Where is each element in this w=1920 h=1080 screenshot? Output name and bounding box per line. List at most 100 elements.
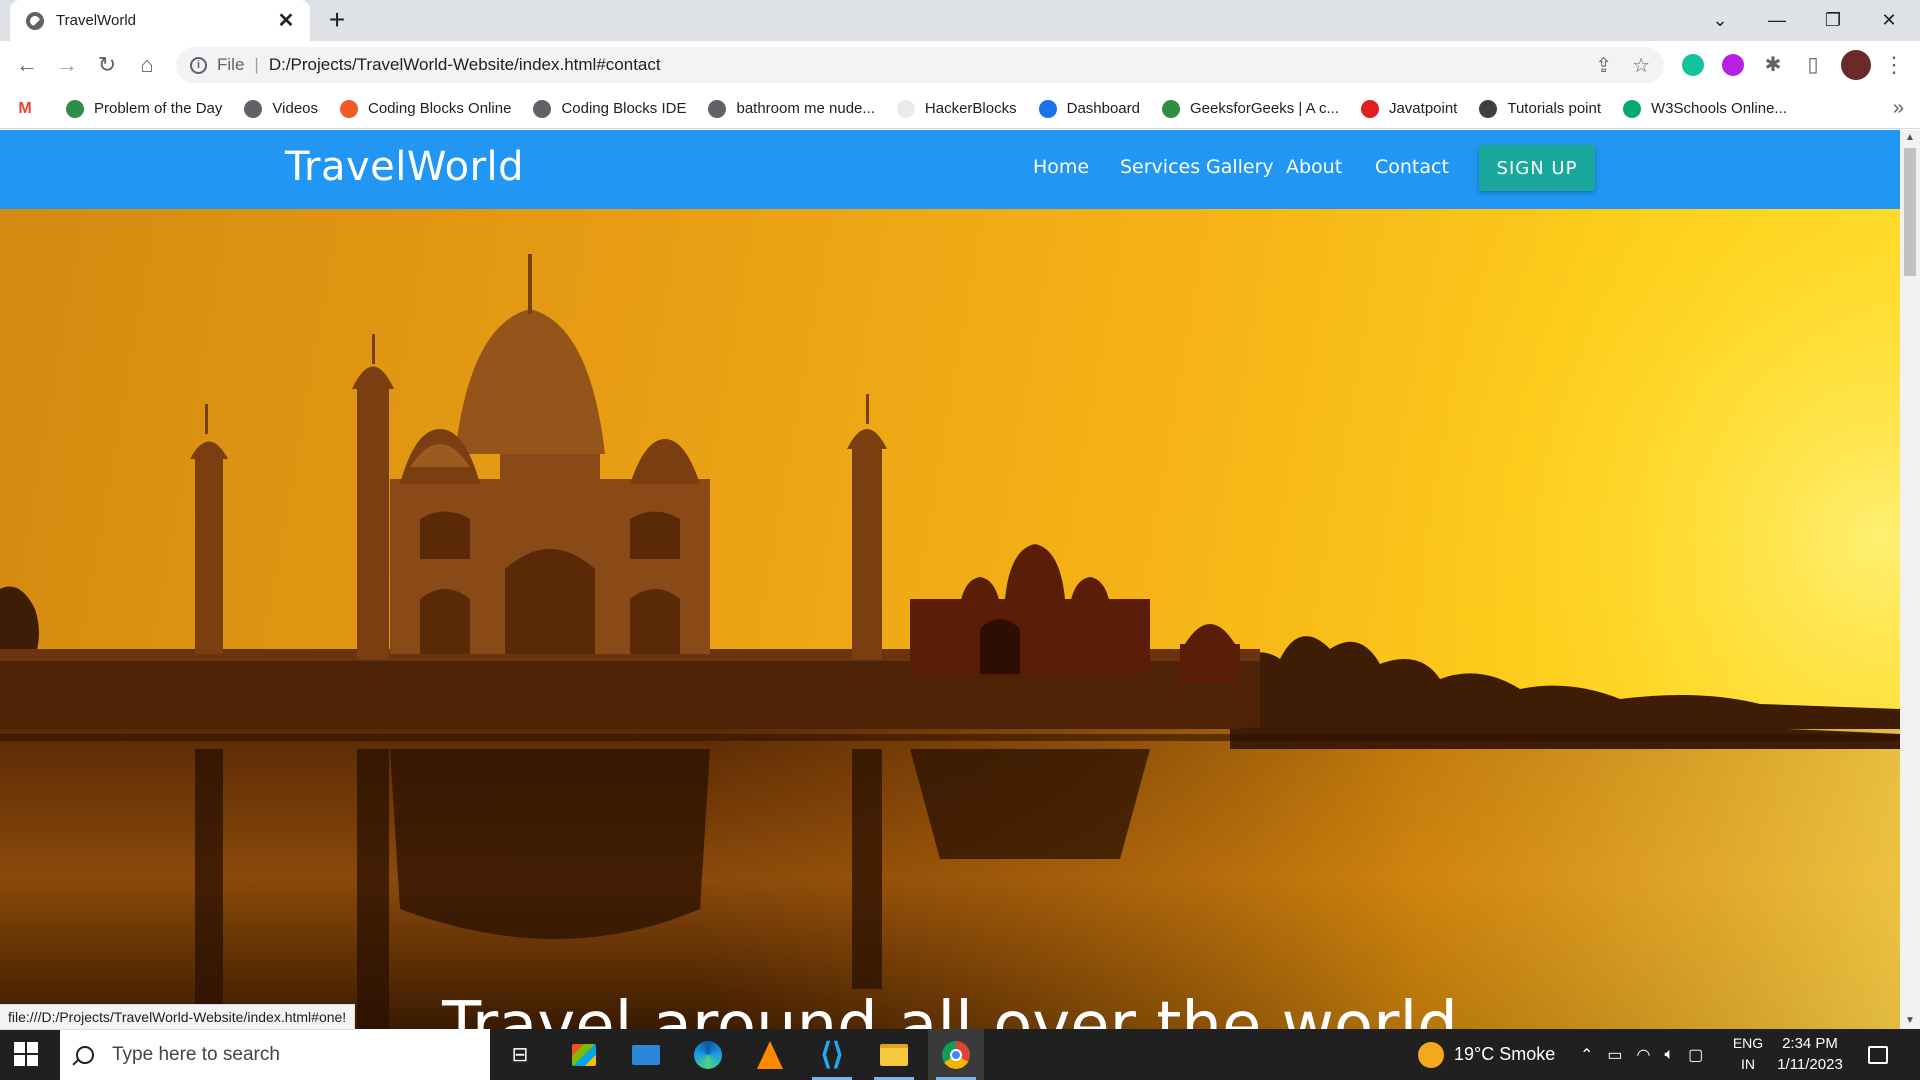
scroll-up-arrow-icon[interactable]: ▲ <box>1900 130 1920 146</box>
search-placeholder: Type here to search <box>112 1043 280 1065</box>
gfg-icon <box>66 99 84 118</box>
bookmark-label: W3Schools Online... <box>1651 100 1787 117</box>
vlc-icon[interactable] <box>742 1029 798 1080</box>
tab-search-chevron-icon[interactable]: ⌄ <box>1705 8 1735 32</box>
globe-icon <box>26 11 44 30</box>
grammarly-extension-icon[interactable] <box>1682 54 1704 76</box>
microsoft-store-icon[interactable] <box>556 1029 612 1080</box>
wifi-icon[interactable]: ◠ <box>1637 1045 1665 1065</box>
task-view-icon[interactable]: ⊟ <box>492 1029 548 1080</box>
home-icon[interactable]: ⌂ <box>131 49 163 81</box>
bookmark-item[interactable]: HackerBlocks <box>896 99 1017 118</box>
bookmark-item[interactable]: Tutorials point <box>1479 99 1601 118</box>
puzzle-extensions-icon[interactable]: ✱ <box>1757 49 1789 81</box>
bookmark-label: Problem of the Day <box>94 100 223 117</box>
region-code: IN <box>1741 1056 1755 1072</box>
bookmark-star-icon[interactable]: ☆ <box>1632 53 1650 78</box>
bookmark-item[interactable]: GeeksforGeeks | A c... <box>1162 99 1339 118</box>
tab-strip: TravelWorld ✕ + ⌄ — ❐ ✕ <box>0 0 1920 41</box>
vscode-icon[interactable]: ⟨⟩ <box>804 1029 860 1080</box>
taskbar-search-box[interactable]: Type here to search <box>60 1029 490 1080</box>
search-icon <box>76 1045 94 1064</box>
nav-contact-link[interactable]: Contact <box>1375 156 1449 178</box>
site-navbar: TravelWorld Home Services Gallery About … <box>0 130 1900 209</box>
bookmark-label: bathroom me nude... <box>736 100 875 117</box>
bookmark-gmail[interactable]: M <box>16 99 44 118</box>
new-tab-button[interactable]: + <box>320 6 354 36</box>
side-panel-icon[interactable]: ▯ <box>1797 49 1829 81</box>
weather-widget[interactable]: 19°C Smoke <box>1418 1029 1555 1080</box>
nav-services-link[interactable]: Services <box>1120 156 1200 178</box>
w3schools-icon <box>1623 99 1642 118</box>
weather-sun-icon <box>1418 1041 1444 1068</box>
bookmark-item[interactable]: Coding Blocks IDE <box>533 99 687 118</box>
info-icon[interactable]: i <box>190 56 207 74</box>
codingblocks-icon <box>340 99 358 118</box>
clock-date: 1/11/2023 <box>1777 1056 1843 1073</box>
system-tray[interactable]: ⌃ ▭ ◠ 🔈︎ ▢ <box>1580 1029 1717 1080</box>
taj-mahal-sunset-image <box>0 209 1900 1029</box>
bookmark-item[interactable]: Dashboard <box>1038 99 1140 118</box>
more-bookmarks-chevron-icon[interactable]: » <box>1893 97 1904 120</box>
bookmark-item[interactable]: Videos <box>244 99 318 118</box>
bookmark-item[interactable]: Coding Blocks Online <box>340 99 512 118</box>
signup-button[interactable]: SIGN UP <box>1479 145 1595 191</box>
close-tab-icon[interactable]: ✕ <box>274 8 298 33</box>
globe-icon <box>244 99 263 118</box>
restore-button[interactable]: ❐ <box>1818 8 1848 32</box>
extension-icon[interactable] <box>1722 54 1744 76</box>
taskbar-clock[interactable]: 2:34 PM 1/11/2023 <box>1770 1033 1850 1075</box>
scroll-down-arrow-icon[interactable]: ▼ <box>1900 1013 1920 1029</box>
hero-section: Travel around all over the world <box>0 209 1900 1029</box>
clock-time: 2:34 PM <box>1782 1035 1838 1052</box>
browser-tab[interactable]: TravelWorld ✕ <box>10 0 310 41</box>
scrollbar-thumb[interactable] <box>1904 148 1916 276</box>
nav-home-link[interactable]: Home <box>1033 156 1089 178</box>
nav-gallery-link[interactable]: Gallery <box>1206 156 1274 178</box>
bookmark-item[interactable]: W3Schools Online... <box>1623 99 1787 118</box>
link-status-bubble: file:///D:/Projects/TravelWorld-Website/… <box>0 1004 356 1030</box>
hackerblocks-icon <box>896 99 915 118</box>
bookmark-item[interactable]: bathroom me nude... <box>708 99 875 118</box>
forward-arrow-icon[interactable]: → <box>51 49 83 81</box>
bookmark-label: Dashboard <box>1066 100 1140 117</box>
back-arrow-icon[interactable]: ← <box>11 49 43 81</box>
bookmark-label: Videos <box>272 100 318 117</box>
bookmark-item[interactable]: Javatpoint <box>1360 99 1458 118</box>
bookmark-label: Coding Blocks IDE <box>561 100 687 117</box>
edge-browser-icon[interactable] <box>680 1029 736 1080</box>
menu-kebab-icon[interactable]: ⋮ <box>1878 49 1910 81</box>
profile-avatar[interactable] <box>1841 50 1871 80</box>
url-text[interactable]: D:/Projects/TravelWorld-Website/index.ht… <box>269 55 1575 75</box>
bookmark-label: Javatpoint <box>1388 100 1458 117</box>
dashboard-icon <box>1038 99 1057 118</box>
bookmark-label: Coding Blocks Online <box>368 100 512 117</box>
reload-icon[interactable]: ↻ <box>91 49 123 81</box>
file-explorer-icon[interactable] <box>866 1029 922 1080</box>
page-scrollbar[interactable]: ▲ ▼ <box>1900 130 1920 1029</box>
page-viewport: TravelWorld Home Services Gallery About … <box>0 130 1900 1029</box>
meet-now-icon[interactable]: ▢ <box>1688 1045 1717 1065</box>
nav-about-link[interactable]: About <box>1286 156 1342 178</box>
address-bar[interactable]: i File | D:/Projects/TravelWorld-Website… <box>176 47 1664 83</box>
notifications-icon[interactable] <box>1868 1029 1888 1080</box>
tab-title: TravelWorld <box>56 12 137 29</box>
mail-icon[interactable] <box>618 1029 674 1080</box>
lang-code: ENG <box>1732 1035 1764 1051</box>
share-icon[interactable]: ⇪ <box>1595 53 1612 78</box>
language-indicator[interactable]: ENG IN <box>1728 1033 1768 1075</box>
battery-icon[interactable]: ▭ <box>1607 1045 1636 1065</box>
chrome-icon[interactable] <box>928 1029 984 1080</box>
bookmark-item[interactable]: Problem of the Day <box>66 99 223 118</box>
browser-toolbar: ← → ↻ ⌂ i File | D:/Projects/TravelWorld… <box>0 41 1920 89</box>
gfg-icon <box>1162 99 1180 118</box>
minimize-button[interactable]: — <box>1762 8 1792 32</box>
tutorialspoint-icon <box>1479 99 1498 118</box>
weather-text: 19°C Smoke <box>1454 1044 1556 1064</box>
volume-icon[interactable]: 🔈︎ <box>1665 1046 1689 1064</box>
windows-taskbar: Type here to search ⊟ ⟨⟩ 19°C Smoke ⌃ ▭ … <box>0 1029 1920 1080</box>
windows-start-icon[interactable] <box>14 1042 38 1066</box>
site-logo[interactable]: TravelWorld <box>285 144 524 190</box>
close-window-button[interactable]: ✕ <box>1874 8 1904 32</box>
tray-chevron-icon[interactable]: ⌃ <box>1580 1045 1607 1065</box>
